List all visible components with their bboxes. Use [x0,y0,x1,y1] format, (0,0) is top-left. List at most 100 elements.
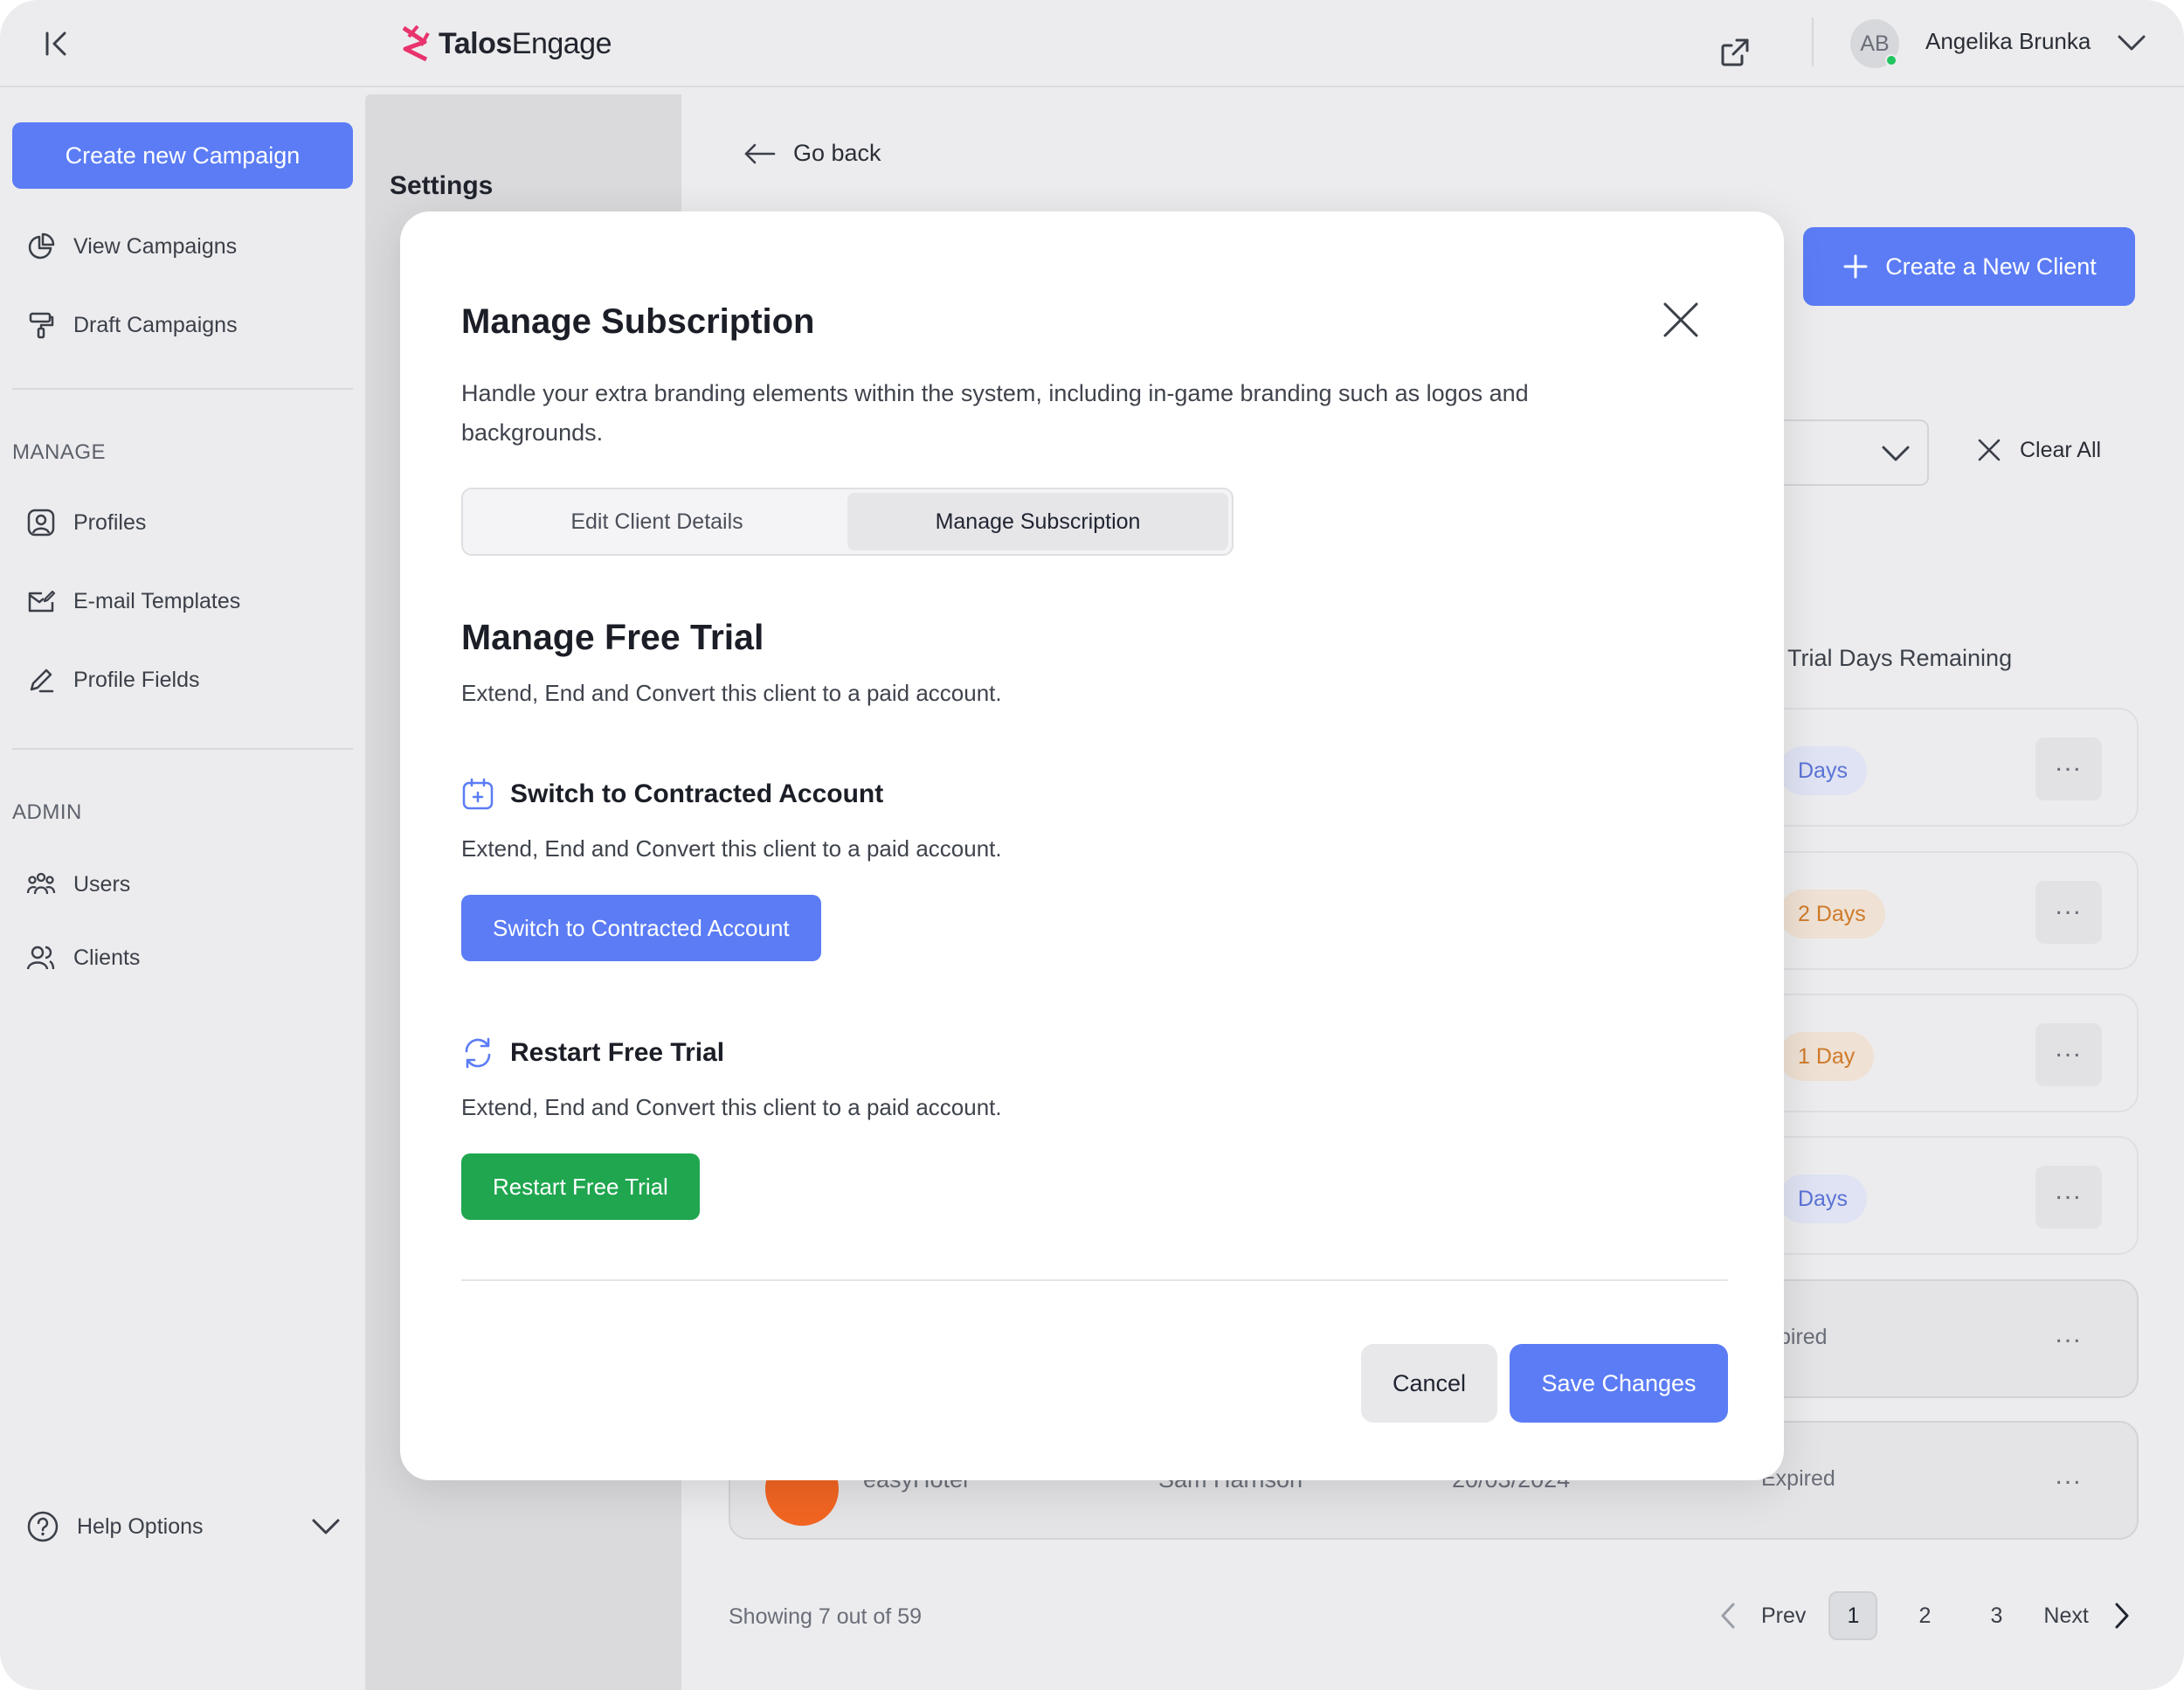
pen-icon [30,668,54,693]
pagination: Prev 1 2 3 Next [1717,1589,2132,1643]
help-label: Help Options [77,1513,204,1539]
next-page-button[interactable]: Next [2043,1603,2088,1629]
collapse-sidebar-icon[interactable] [40,26,75,61]
create-client-button[interactable]: Create a New Client [1803,227,2135,306]
chevron-left-icon[interactable] [1717,1601,1738,1631]
more-dots-icon: ... [2055,1176,2083,1205]
save-changes-button[interactable]: Save Changes [1510,1344,1728,1423]
sidebar-divider [12,748,353,750]
option-subtitle: Extend, End and Convert this client to a… [461,835,1002,862]
cancel-button[interactable]: Cancel [1361,1344,1497,1423]
sidebar-item-label: Profile Fields [73,667,200,692]
modal-tabs: Edit Client Details Manage Subscription [461,488,1234,556]
status-badge: 2 Days [1779,890,1885,939]
page-button-2[interactable]: 2 [1900,1591,1949,1640]
sidebar-item-label: Users [73,871,131,897]
modal-title: Manage Subscription [461,302,815,341]
external-link-icon[interactable] [1717,35,1752,70]
go-back-label: Go back [793,140,881,166]
sidebar-divider [12,388,353,390]
tab-edit-client-details[interactable]: Edit Client Details [467,493,847,551]
arrow-left-icon [744,143,776,163]
create-campaign-button[interactable]: Create new Campaign [12,122,353,189]
more-dots-icon: ... [2055,1319,2083,1348]
modal-divider [461,1279,1728,1281]
create-client-label: Create a New Client [1885,253,2097,280]
help-options[interactable]: Help Options [26,1507,341,1546]
prev-page-button[interactable]: Prev [1761,1603,1806,1629]
column-header-trial-days: Trial Days Remaining [1787,645,2013,671]
page-button-1[interactable]: 1 [1828,1591,1878,1640]
online-status-dot [1885,54,1897,66]
chevron-right-icon[interactable] [2111,1601,2132,1631]
chevron-down-icon [1882,446,1910,461]
sidebar-item-profile-fields[interactable]: Profile Fields [26,661,200,699]
close-icon[interactable] [1662,301,1700,339]
clear-all-label: Clear All [2020,437,2102,462]
option-subtitle: Extend, End and Convert this client to a… [461,1094,1002,1120]
pagination-summary: Showing 7 out of 59 [729,1604,922,1629]
avatar[interactable]: AB [1850,19,1899,68]
sidebar-item-draft-campaigns[interactable]: Draft Campaigns [26,306,238,344]
more-dots-icon: ... [2055,891,2083,920]
sidebar-item-profiles[interactable]: Profiles [26,503,146,542]
more-dots-icon: ... [2055,748,2083,777]
top-bar: TalosEngage AB Angelika Brunka [0,0,2184,87]
sidebar-item-label: Draft Campaigns [73,312,238,337]
row-more-button[interactable]: ... [2035,738,2102,800]
sidebar: Create new Campaign View Campaigns Draft… [0,87,365,1690]
more-dots-icon: ... [2055,1461,2083,1490]
status-badge: Days [1779,1174,1867,1223]
close-icon [1978,439,2001,461]
status-badge: 1 Day [1779,1032,1875,1081]
help-circle-icon [27,1511,59,1542]
paint-roller-icon [29,312,54,339]
section-label-manage: MANAGE [12,440,107,464]
app-name: TalosEngage [439,26,612,60]
go-back-link[interactable]: Go back [743,140,881,167]
user-name[interactable]: Angelika Brunka [1925,28,2091,55]
clear-all-button[interactable]: Clear All [1976,437,2101,463]
calendar-plus-icon [462,778,494,810]
settings-title: Settings [390,171,494,200]
sidebar-item-label: Profiles [73,509,147,535]
sidebar-item-label: E-mail Templates [73,588,241,613]
more-dots-icon: ... [2055,1034,2083,1063]
app-logo[interactable]: TalosEngage [398,23,612,65]
row-more-button[interactable]: ... [2035,1166,2102,1229]
top-separator [1812,17,1814,66]
clients-icon [26,945,55,970]
sidebar-item-users[interactable]: Users [26,865,130,904]
manage-subscription-modal: Manage Subscription Handle your extra br… [400,211,1784,1480]
section-subtitle: Extend, End and Convert this client to a… [461,680,1002,706]
row-more-button[interactable]: ... [2035,881,2102,944]
chevron-down-icon [312,1519,340,1534]
avatar-initials: AB [1860,31,1890,56]
chevron-down-icon[interactable] [2116,33,2147,54]
sidebar-item-clients[interactable]: Clients [26,939,140,977]
option-title: Switch to Contracted Account [510,779,884,808]
section-label-admin: ADMIN [12,800,82,824]
row-more-button[interactable]: ... [2035,1023,2102,1086]
sidebar-item-view-campaigns[interactable]: View Campaigns [26,227,237,266]
sidebar-item-label: Clients [73,945,141,970]
mail-edit-icon [28,590,56,613]
app-window: TalosEngage AB Angelika Brunka Create ne… [0,0,2184,1690]
status-badge: Days [1779,746,1867,795]
switch-contracted-button[interactable]: Switch to Contracted Account [461,895,821,961]
option-title: Restart Free Trial [510,1038,725,1067]
talos-logo-icon [402,24,430,62]
sidebar-item-email-templates[interactable]: E-mail Templates [26,582,240,620]
profile-icon [27,509,55,537]
option-switch-contracted: Switch to Contracted Account [461,778,883,811]
option-restart-trial: Restart Free Trial [461,1036,724,1070]
status-text: pired [1779,1325,1828,1349]
pie-chart-icon [28,232,55,260]
refresh-icon [465,1037,491,1069]
page-button-3[interactable]: 3 [1972,1591,2021,1640]
tab-manage-subscription[interactable]: Manage Subscription [847,493,1228,551]
users-group-icon [26,872,56,895]
restart-trial-button[interactable]: Restart Free Trial [461,1153,700,1220]
row-more-button[interactable]: ... [2035,1451,2102,1513]
row-more-button[interactable]: ... [2035,1309,2102,1372]
